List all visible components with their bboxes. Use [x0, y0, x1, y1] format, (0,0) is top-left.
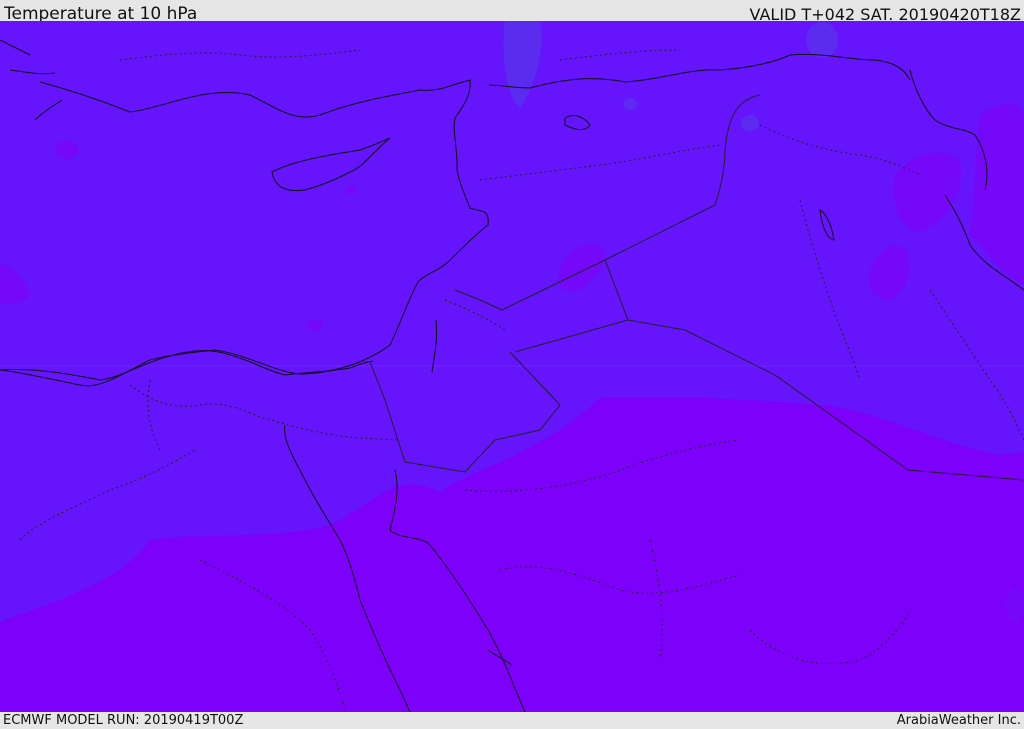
cool-patch-north-iran	[806, 22, 838, 58]
map-canvas[interactable]	[0, 21, 1024, 712]
cool-patch-syria	[741, 115, 759, 131]
warm-dot-south-iran	[1006, 587, 1024, 623]
credit-label: ArabiaWeather Inc.	[896, 713, 1021, 728]
map-header: Temperature at 10 hPa VALID T+042 SAT. 2…	[0, 0, 1024, 24]
cool-patch-turkey-east	[623, 98, 637, 110]
warm-dot-cyprus	[346, 185, 356, 195]
warm-dot-mediterranean	[307, 319, 323, 331]
temperature-map-svg[interactable]	[0, 21, 1024, 712]
model-run-label: ECMWF MODEL RUN: 20190419T00Z	[3, 713, 244, 728]
map-footer: ECMWF MODEL RUN: 20190419T00Z ArabiaWeat…	[0, 712, 1024, 729]
warm-dot-aegean	[55, 141, 79, 159]
weather-map-frame: Temperature at 10 hPa VALID T+042 SAT. 2…	[0, 0, 1024, 729]
